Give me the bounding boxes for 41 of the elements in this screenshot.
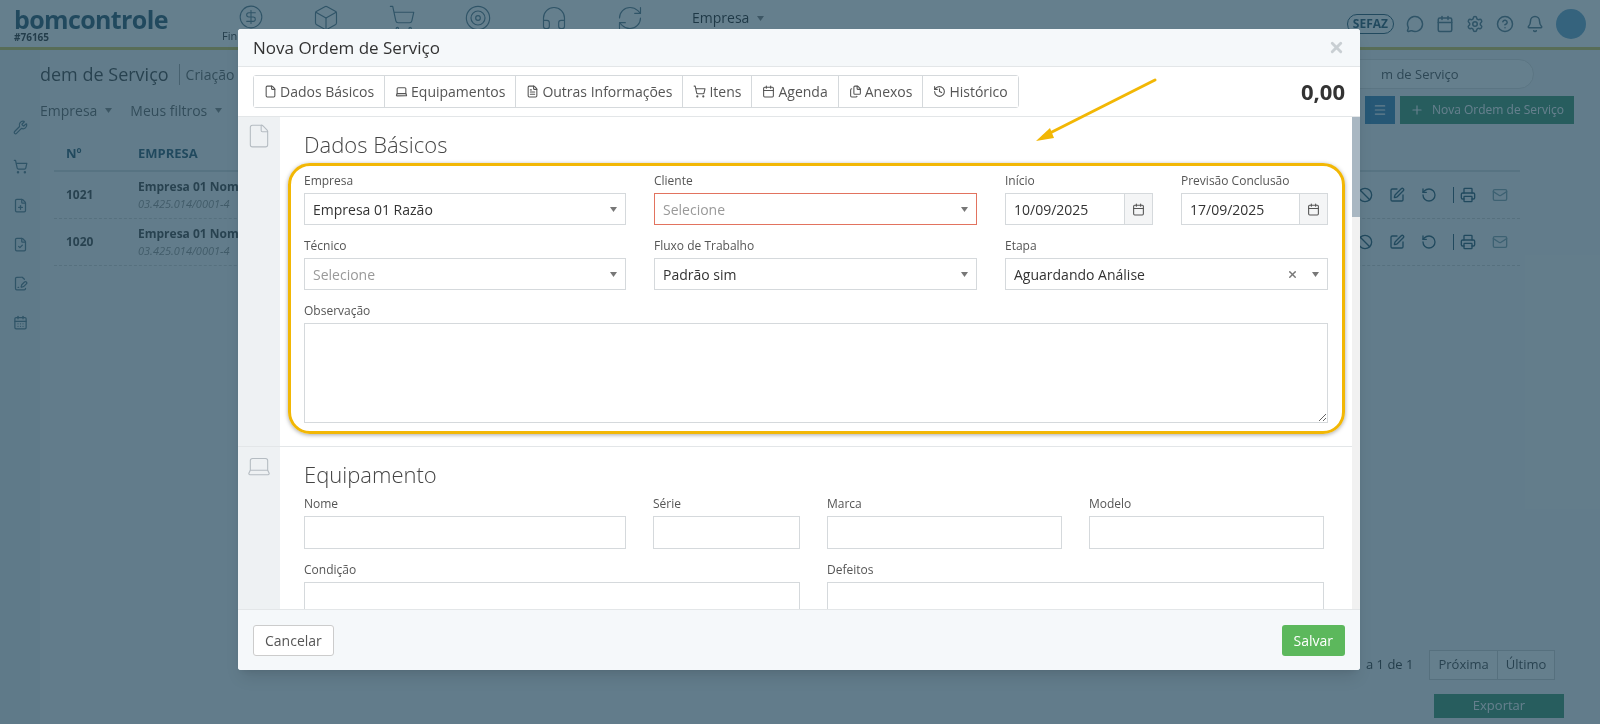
tab[interactable]: Histórico: [922, 76, 1018, 107]
field-label: Marca: [827, 497, 863, 511]
select-field[interactable]: Aguardando Análise: [1005, 258, 1328, 290]
field-label: Técnico: [304, 239, 348, 253]
select-value: Padrão sim: [663, 263, 738, 285]
date-field[interactable]: 10/09/2025: [1005, 193, 1153, 225]
cancel-button[interactable]: Cancelar: [253, 624, 334, 656]
modal-title: Nova Ordem de Serviço: [253, 34, 440, 61]
field-label: Nome: [304, 497, 340, 511]
field-label: Condição: [304, 563, 358, 577]
field-label: Previsão Conclusão: [1181, 174, 1291, 188]
select-placeholder: Selecione: [663, 198, 727, 220]
column-header: Nº: [65, 144, 83, 164]
select-value: Aguardando Análise: [1014, 263, 1146, 285]
field-label: Etapa: [1005, 239, 1038, 253]
table-cell-text: 1021: [65, 186, 95, 204]
table-cell-text: 1020: [65, 233, 95, 251]
field-label: Série: [653, 497, 682, 511]
field-label: Cliente: [654, 174, 694, 188]
total-amount: 0,00: [1301, 75, 1345, 108]
select-field[interactable]: Empresa 01 Razão: [304, 193, 626, 225]
table-cell: Empresa 01 Nom: [138, 177, 239, 196]
section-title: Equipamento: [303, 459, 438, 489]
date-value: 10/09/2025: [1013, 198, 1090, 220]
account-id: #76165: [14, 31, 51, 42]
field-label: Fluxo de Trabalho: [654, 239, 756, 253]
field-label: Modelo: [1089, 497, 1133, 511]
nav-label: Fin: [222, 30, 238, 42]
field-label: Empresa: [304, 174, 355, 188]
date-field[interactable]: 17/09/2025: [1181, 193, 1328, 225]
select-placeholder: Selecione: [313, 263, 377, 285]
field-label: Observação: [304, 304, 372, 318]
table-cell: Empresa 01 Nom: [138, 224, 239, 243]
column-header: EMPRESA: [137, 144, 198, 164]
select-value: Empresa 01 Razão: [313, 198, 434, 220]
select-field[interactable]: Padrão sim: [654, 258, 977, 290]
page-title: dem de Serviço: [40, 60, 169, 88]
section-title: Dados Básicos: [303, 129, 449, 159]
field-label: Defeitos: [827, 563, 875, 577]
date-value: 17/09/2025: [1189, 198, 1266, 220]
field-label: Início: [1005, 174, 1036, 188]
